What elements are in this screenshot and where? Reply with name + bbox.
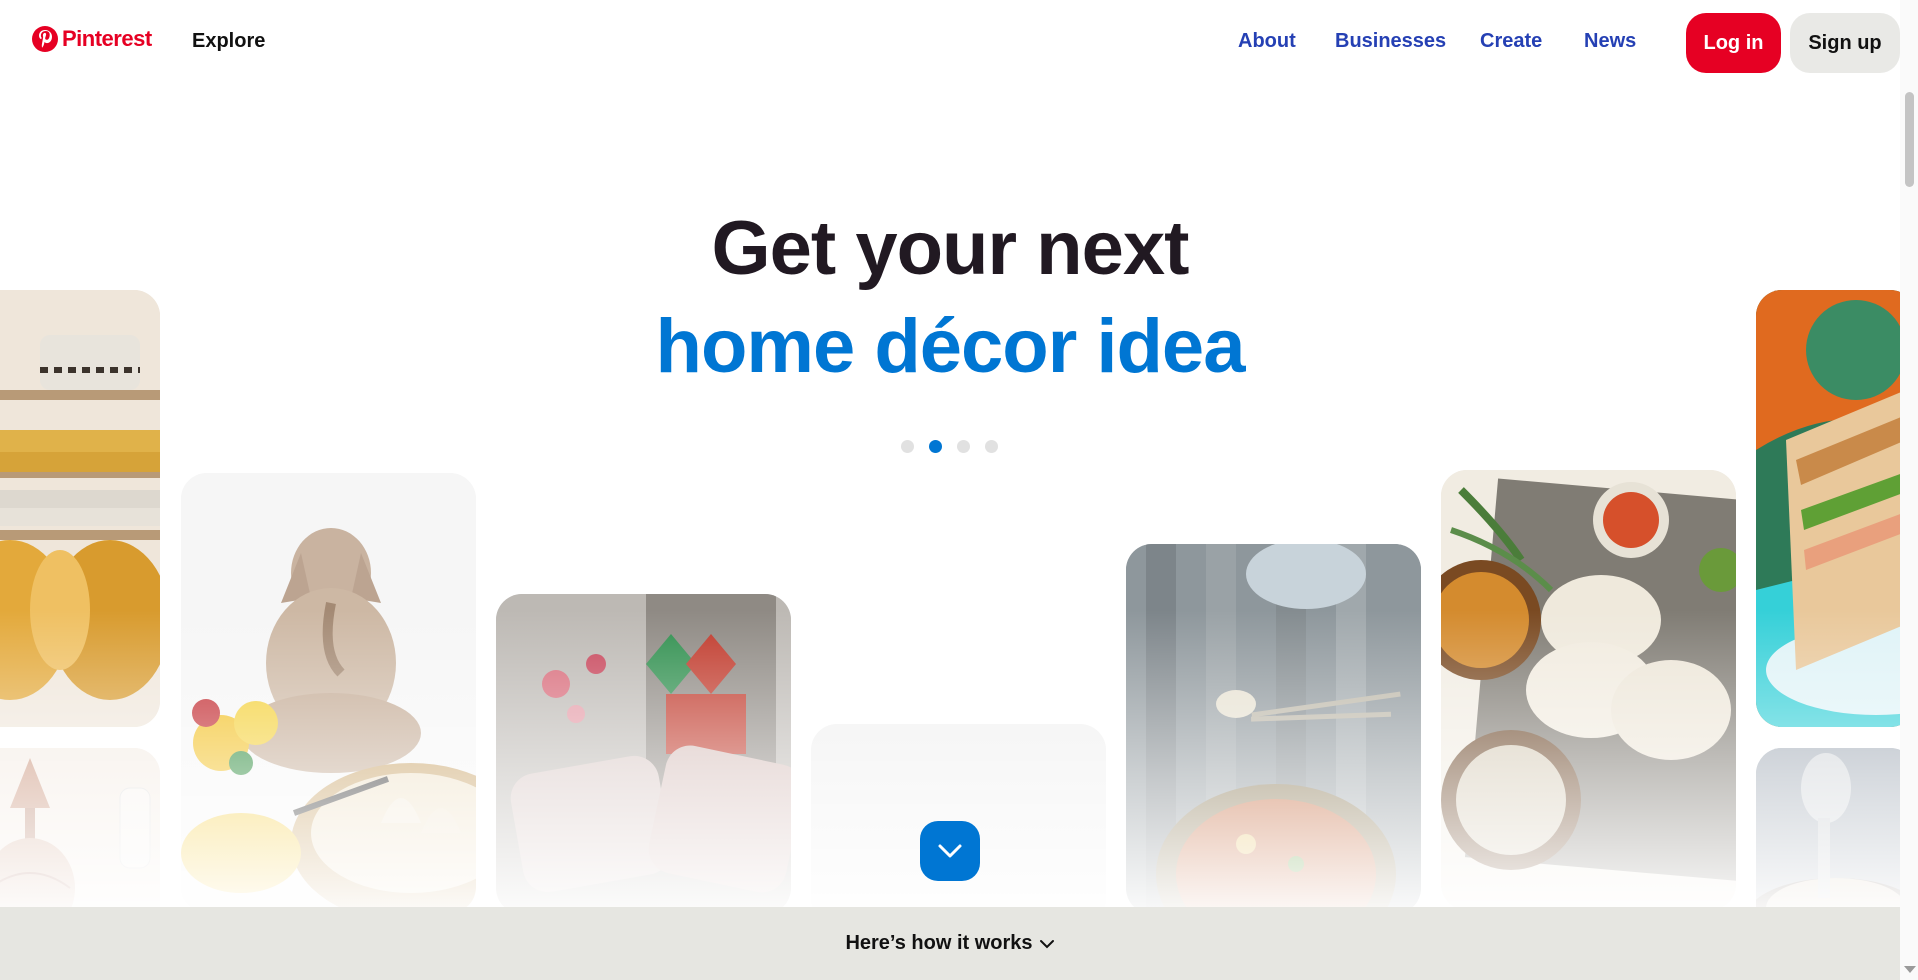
page-scrollbar[interactable] (1900, 0, 1918, 980)
explore-link[interactable]: Explore (192, 30, 265, 53)
scroll-down-button[interactable] (920, 821, 980, 881)
carousel-dot-1[interactable] (901, 440, 914, 453)
hero-rotating-topic: home décor idea (655, 304, 1246, 389)
nav-create[interactable]: Create (1480, 30, 1542, 53)
how-it-works-label: Here’s how it works (845, 932, 1033, 954)
top-nav: Pinterest Explore About Businesses Creat… (0, 0, 1900, 86)
nav-news[interactable]: News (1584, 30, 1636, 53)
signup-button[interactable]: Sign up (1790, 13, 1900, 73)
carousel-dot-3[interactable] (957, 440, 970, 453)
page: Pinterest Explore About Businesses Creat… (0, 0, 1918, 980)
pinterest-logo[interactable]: Pinterest (32, 26, 152, 52)
chevron-down-icon (938, 844, 962, 858)
nav-about[interactable]: About (1238, 30, 1296, 53)
card-idli (1441, 470, 1736, 910)
card-spoon-dish (1126, 544, 1421, 914)
nav-businesses[interactable]: Businesses (1335, 30, 1446, 53)
carousel-dot-4[interactable] (985, 440, 998, 453)
logo-wordmark: Pinterest (62, 26, 152, 51)
chevron-down-icon (1039, 939, 1055, 949)
login-button[interactable]: Log in (1686, 13, 1781, 73)
card-sandwich (1756, 290, 1916, 727)
scrollbar-thumb[interactable] (1905, 92, 1914, 187)
how-it-works-bar[interactable]: Here’s how it works (0, 907, 1900, 980)
carousel-dot-2[interactable] (929, 440, 942, 453)
card-ganesha-idol (181, 473, 476, 913)
hero-heading: Get your next (711, 206, 1190, 291)
pinterest-p-icon (32, 26, 58, 52)
carousel-dots (901, 440, 998, 453)
card-cushions-window (496, 594, 791, 914)
card-shelves-cushions (0, 290, 160, 727)
scroll-down-arrow-icon[interactable] (1904, 966, 1916, 973)
